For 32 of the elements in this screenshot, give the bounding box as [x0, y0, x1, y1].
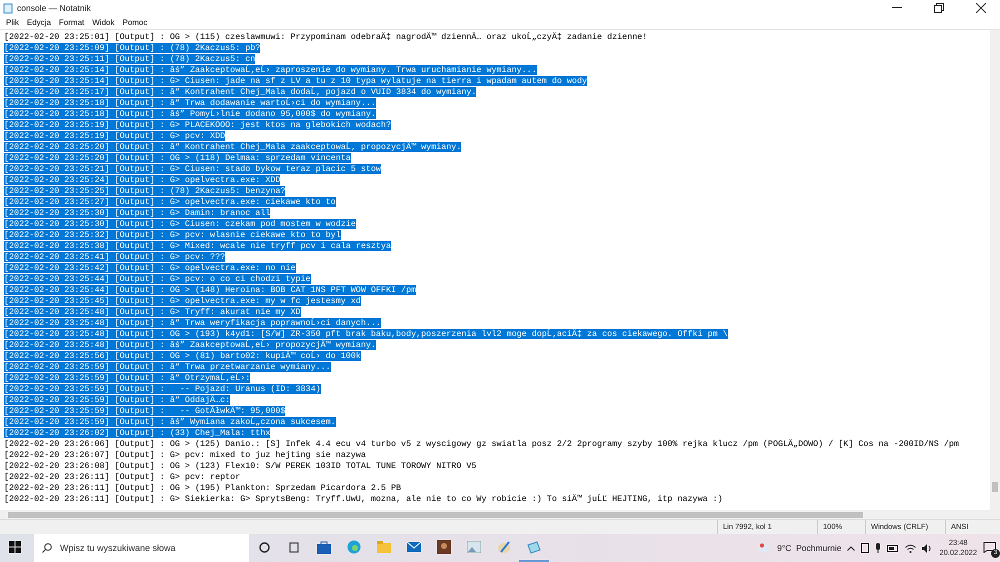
microphone-icon[interactable] — [875, 543, 882, 553]
log-line: [2022-02-20 23:26:11] [Output] : G> pcv: reptor — [4, 472, 240, 482]
minimize-icon — [892, 7, 902, 9]
search-placeholder: Wpisz tu wyszukiwane słowa — [60, 543, 176, 553]
horizontal-scrollbar[interactable] — [0, 510, 1000, 519]
battery-icon[interactable] — [887, 544, 900, 552]
log-line: [2022-02-20 23:26:08] [Output] : OG > (123) Flex10: S/W PEREK 103ID TOTAL TUNE TOROWY NITRO V5 — [4, 461, 476, 471]
notification-icon — [983, 542, 996, 552]
log-line: [2022-02-20 23:26:07] [Output] : G> pcv: mixed to juz hejting sie nazywa — [4, 450, 366, 460]
window-title: console — Notatnik — [17, 3, 92, 13]
menu-item[interactable]: Edycja — [22, 18, 55, 27]
wifi-icon[interactable] — [905, 544, 916, 552]
log-line: [2022-02-20 23:26:06] [Output] : OG > (125) Danio.: [S] Infek 4.4 ecu v4 turbo v5 z wyscigowy gz swiatla posz 2/2 2programy szyby 100% rejka klucz /pm (POGLÄ„DOWO) / [K] Cos na -200ID/NS /pm — [4, 439, 959, 449]
volume-icon[interactable] — [922, 544, 934, 552]
menu-item[interactable]: Plik — [2, 18, 23, 27]
vertical-scrollbar[interactable] — [990, 30, 1000, 510]
search-field[interactable]: Wpisz tu wyszukiwane słowa — [34, 534, 249, 562]
device-icon[interactable] — [861, 543, 870, 553]
menu-item[interactable]: Format — [54, 18, 88, 27]
log-line: [2022-02-20 23:26:11] [Output] : OG > (195) Plankton: Sprzedam Picardora 2.5 PB — [4, 483, 402, 493]
weather-icon — [759, 543, 772, 553]
weather-text: 9°C Pochmurnie — [777, 543, 842, 553]
log-line: [2022-02-20 23:26:11] [Output] : G> Siekierka: G> SprytsBeng: Tryff.UwU, mozna, ale nie to co Wy robicie :) To siÄ™ juĹĽ HEJTING, itp nazywa :) — [4, 494, 723, 504]
search-icon — [42, 543, 52, 553]
menu-item[interactable]: Widok — [88, 18, 118, 27]
close-icon — [976, 3, 986, 13]
windows-icon — [9, 541, 21, 553]
notepad-icon — [3, 2, 13, 14]
restore-icon — [934, 3, 944, 13]
chevron-up-icon[interactable] — [847, 546, 856, 550]
menu-item[interactable]: Pomoc — [118, 18, 152, 27]
log-line: [2022-02-20 23:25:01] [Output] : OG > (115) czeslawmuwi: Przypominam odebraÄ‡ nagrodÄ™ dziennÄ… oraz ukoĹ„czyÄ‡ zadanie dzienne! — [4, 32, 648, 42]
